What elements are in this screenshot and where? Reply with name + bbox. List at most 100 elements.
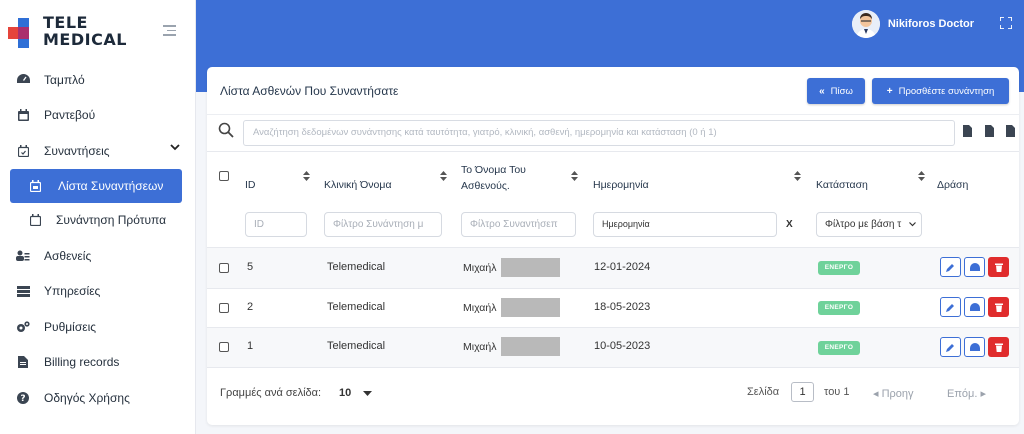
caret-down-icon[interactable]: [363, 391, 372, 396]
row-checkbox[interactable]: [219, 342, 229, 352]
select-all-checkbox[interactable]: [219, 171, 229, 181]
sidebar-item-meeting-list[interactable]: Λίστα Συναντήσεων: [10, 168, 182, 203]
sidebar-item-appointments[interactable]: Ραντεβού: [0, 98, 196, 134]
plus-icon: +: [886, 85, 893, 97]
pencil-icon: [946, 343, 954, 352]
server-icon: [16, 284, 30, 298]
divider: [207, 367, 1019, 368]
menu-toggle-icon[interactable]: [163, 25, 176, 36]
view-button[interactable]: [964, 337, 985, 357]
sidebar-item-label: Υπηρεσίες: [44, 284, 101, 299]
cell-clinic: Telemedical: [327, 261, 386, 273]
edit-button[interactable]: [940, 257, 961, 277]
sidebar-item-label: Συνάντηση Πρότυπα: [56, 213, 167, 228]
delete-button[interactable]: [988, 257, 1009, 277]
calendar-check-icon: [16, 144, 30, 158]
add-meeting-button[interactable]: + Προσθέστε συνάντηση: [872, 78, 1009, 104]
sidebar-item-label: Συναντήσεις: [44, 143, 110, 158]
sidebar: TELE MEDICAL Ταμπλό Ραντεβού Συναντήσεις…: [0, 0, 196, 434]
search-icon[interactable]: [218, 122, 234, 138]
status-badge: ΕΝΕΡΓΟ: [818, 261, 860, 275]
export-excel-icon[interactable]: [985, 125, 994, 137]
sort-icon[interactable]: [571, 171, 578, 181]
row-checkbox[interactable]: [219, 263, 229, 273]
sort-icon[interactable]: [303, 171, 310, 181]
column-header-status[interactable]: Κατάσταση: [816, 179, 868, 191]
dashboard-icon: [16, 73, 30, 87]
column-header-patient-line2: Ασθενούς.: [461, 180, 510, 192]
calendar-icon: [16, 108, 30, 122]
row-checkbox[interactable]: [219, 303, 229, 313]
next-page-button[interactable]: Επόμ. ▸: [947, 387, 986, 400]
column-header-clinic[interactable]: Κλινική Όνομα: [324, 179, 392, 191]
cell-clinic: Telemedical: [327, 340, 386, 352]
chevron-right-icon: ▸: [977, 388, 987, 400]
file-icon: [16, 355, 30, 369]
sidebar-item-dashboard[interactable]: Ταμπλό: [0, 62, 196, 98]
sidebar-item-meeting-templates[interactable]: Συνάντηση Πρότυπα: [0, 203, 196, 239]
back-button-label: Πίσω: [830, 85, 853, 97]
fullscreen-icon[interactable]: [1000, 17, 1012, 29]
divider: [207, 151, 1019, 152]
divider: [207, 288, 1019, 289]
question-icon: ?: [16, 391, 30, 405]
column-header-patient-line1: Το Όνομα Του: [461, 164, 526, 176]
cell-patient: Μιχαήλ: [463, 262, 497, 274]
view-button[interactable]: [964, 297, 985, 317]
sidebar-item-patients[interactable]: Ασθενείς: [0, 238, 196, 274]
sidebar-item-label: Οδηγός Χρήσης: [44, 390, 130, 405]
page-input[interactable]: 1: [791, 382, 814, 402]
export-csv-icon[interactable]: [963, 125, 972, 137]
user-menu[interactable]: Nikiforos Doctor: [851, 10, 974, 38]
sidebar-item-label: Billing records: [44, 355, 120, 370]
export-pdf-icon[interactable]: [1006, 125, 1015, 137]
edit-button[interactable]: [940, 297, 961, 317]
back-button[interactable]: « Πίσω: [807, 78, 865, 104]
rows-per-page-select[interactable]: 10: [339, 387, 351, 399]
sidebar-item-label: Ρυθμίσεις: [44, 319, 97, 334]
sidebar-item-settings[interactable]: Ρυθμίσεις: [0, 309, 196, 345]
gauge-icon: [969, 263, 980, 271]
avatar: [851, 10, 880, 38]
cell-date: 10-05-2023: [594, 340, 651, 352]
filter-patient-input[interactable]: Φίλτρο Συναντήσεπ: [461, 212, 576, 237]
column-header-patient[interactable]: Το Όνομα Του Ασθενούς.: [461, 162, 526, 194]
filter-status-select[interactable]: Φίλτρο με βάση τ: [816, 212, 922, 237]
sidebar-item-label: Ασθενείς: [44, 248, 92, 263]
sidebar-item-user-guide[interactable]: ? Οδηγός Χρήσης: [0, 380, 196, 416]
sort-icon[interactable]: [794, 171, 801, 181]
cell-clinic: Telemedical: [327, 301, 386, 313]
filter-id-input[interactable]: ID: [245, 212, 307, 237]
calendar-template-icon: [28, 213, 42, 227]
double-chevron-left-icon: «: [819, 85, 825, 97]
sidebar-item-billing-records[interactable]: Billing records: [0, 345, 196, 381]
page-of-label: του 1: [824, 386, 850, 398]
delete-button[interactable]: [988, 337, 1009, 357]
cell-date: 12-01-2024: [594, 261, 651, 273]
search-input[interactable]: Αναζήτηση δεδομένων συνάντησης κατά ταυτ…: [243, 120, 955, 146]
user-name: Nikiforos Doctor: [887, 18, 974, 30]
rows-per-page-label: Γραμμές ανά σελίδα:: [220, 387, 322, 399]
telemedical-logo[interactable]: TELE MEDICAL: [8, 12, 128, 52]
top-bar: Nikiforos Doctor: [196, 0, 1024, 48]
redacted-name: [501, 298, 560, 317]
chevron-down-icon[interactable]: [170, 144, 180, 151]
column-header-date[interactable]: Ημερομηνία: [593, 179, 649, 191]
divider: [207, 114, 1019, 115]
edit-button[interactable]: [940, 337, 961, 357]
prev-page-button[interactable]: ◂ Προηγ: [873, 387, 914, 400]
delete-button[interactable]: [988, 297, 1009, 317]
sidebar-item-services[interactable]: Υπηρεσίες: [0, 274, 196, 310]
sidebar-item-meetings[interactable]: Συναντήσεις: [0, 133, 196, 169]
sort-icon[interactable]: [918, 171, 925, 181]
gauge-icon: [969, 303, 980, 311]
column-header-id[interactable]: ID: [245, 179, 256, 191]
view-button[interactable]: [964, 257, 985, 277]
clear-date-button[interactable]: X: [786, 219, 793, 230]
cell-id: 5: [247, 261, 254, 273]
logo-line2: MEDICAL: [43, 30, 127, 49]
sort-icon[interactable]: [440, 171, 447, 181]
filter-date-input[interactable]: Ημερομηνία: [593, 212, 777, 237]
filter-clinic-input[interactable]: Φίλτρο Συνάντηση μ: [324, 212, 442, 237]
trash-icon: [994, 303, 1003, 312]
